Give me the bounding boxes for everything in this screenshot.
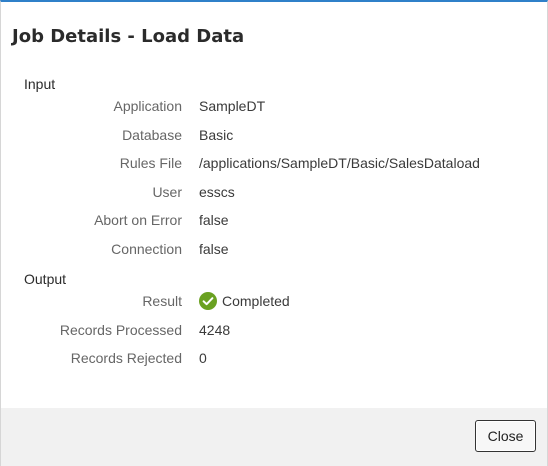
field-value-user: esscs xyxy=(199,184,235,200)
result-status: Completed xyxy=(199,291,290,311)
field-value-rules-file: /applications/SampleDT/Basic/SalesDatalo… xyxy=(199,155,480,171)
field-value-records-rejected: 0 xyxy=(199,350,207,366)
field-label-records-processed: Records Processed xyxy=(59,322,182,338)
close-button[interactable]: Close xyxy=(475,420,536,452)
field-value-abort-on-error: false xyxy=(199,212,229,228)
field-row-database: Database Basic xyxy=(1,125,547,145)
field-row-result: Result Completed xyxy=(1,291,547,311)
field-row-records-processed: Records Processed 4248 xyxy=(1,320,547,340)
field-label-abort-on-error: Abort on Error xyxy=(94,212,182,228)
field-label-result: Result xyxy=(142,293,182,309)
field-row-rules-file: Rules File /applications/SampleDT/Basic/… xyxy=(1,153,547,173)
field-value-application: SampleDT xyxy=(199,98,266,114)
field-label-records-rejected: Records Rejected xyxy=(70,350,182,366)
field-value-records-processed: 4248 xyxy=(199,322,231,338)
input-section-heading: Input xyxy=(24,76,56,92)
dialog-footer: Close xyxy=(1,408,547,466)
job-details-dialog: Job Details - Load Data Input Applicatio… xyxy=(0,0,548,466)
field-label-application: Application xyxy=(113,98,183,114)
field-label-connection: Connection xyxy=(111,241,182,257)
field-row-application: Application SampleDT xyxy=(1,96,547,116)
field-row-user: User esscs xyxy=(1,182,547,202)
field-row-records-rejected: Records Rejected 0 xyxy=(1,348,547,368)
field-row-connection: Connection false xyxy=(1,239,547,259)
field-row-abort-on-error: Abort on Error false xyxy=(1,210,547,230)
output-section-heading: Output xyxy=(24,271,67,287)
field-label-user: User xyxy=(152,184,182,200)
check-circle-icon xyxy=(199,292,217,310)
field-value-result: Completed xyxy=(222,293,290,309)
field-value-database: Basic xyxy=(199,127,234,143)
dialog-title: Job Details - Load Data xyxy=(12,26,245,47)
field-value-connection: false xyxy=(199,241,229,257)
field-label-rules-file: Rules File xyxy=(119,155,182,171)
field-label-database: Database xyxy=(122,127,182,143)
